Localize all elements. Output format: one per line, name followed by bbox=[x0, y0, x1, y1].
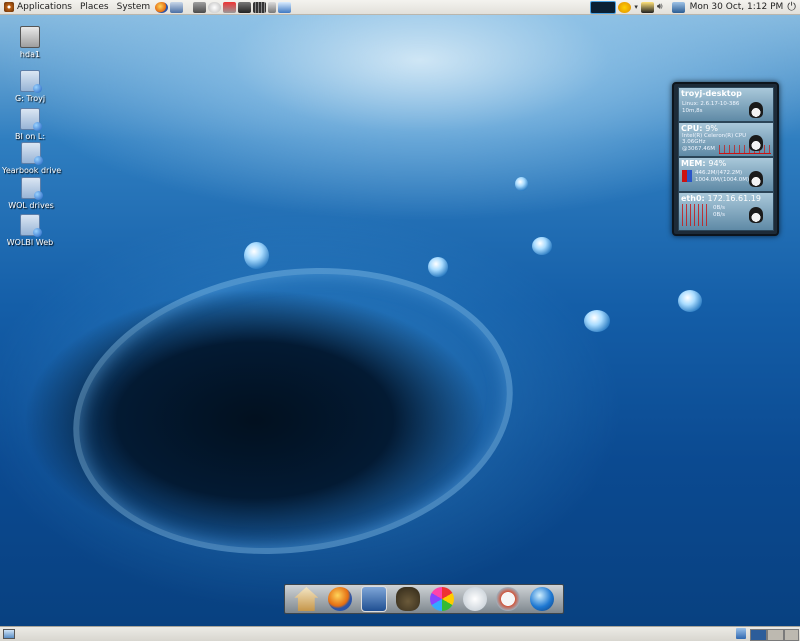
workspace-2[interactable] bbox=[767, 629, 784, 641]
firefox-icon[interactable] bbox=[155, 1, 169, 13]
cpu-graph-icon[interactable] bbox=[590, 0, 617, 14]
net-block: eth0: 172.16.61.19 0B/s 0B/s bbox=[678, 192, 774, 231]
mem-block: MEM: 94% 446.2M/(472.2M) 1004.0M/(1004.0… bbox=[678, 157, 774, 192]
mem-value: 94% bbox=[708, 159, 727, 168]
google-earth-icon[interactable] bbox=[529, 587, 554, 611]
mem-bar bbox=[682, 170, 692, 182]
water-drop bbox=[515, 177, 528, 191]
gaim-icon[interactable] bbox=[208, 1, 222, 13]
evolution-icon[interactable] bbox=[170, 1, 184, 13]
bottom-panel bbox=[0, 626, 800, 641]
tux-icon bbox=[749, 207, 763, 223]
cpu-title: CPU: 9% bbox=[681, 124, 718, 133]
system-monitor-widget: troyj-desktop Linux: 2.6.17-10-386 10m,8… bbox=[672, 82, 779, 236]
net-down-text: 0B/s bbox=[713, 205, 725, 211]
system-menu[interactable]: System bbox=[113, 0, 155, 14]
cpu-speed-text: 3.06GHz bbox=[682, 139, 706, 145]
gimp-icon[interactable] bbox=[396, 587, 421, 611]
network-folder-icon bbox=[21, 142, 43, 165]
host-block: troyj-desktop Linux: 2.6.17-10-386 10m,8… bbox=[678, 87, 774, 122]
calculator-icon[interactable] bbox=[253, 1, 267, 13]
net-graph bbox=[682, 204, 710, 226]
desktop-icon-label: hda1 bbox=[19, 50, 41, 59]
desktop-icon-label: BI on L: bbox=[14, 132, 46, 141]
impress-icon[interactable] bbox=[496, 587, 521, 611]
disks-icon[interactable] bbox=[223, 1, 237, 13]
workspace-1[interactable] bbox=[750, 629, 767, 641]
network-folder-icon bbox=[20, 70, 42, 93]
volume-icon[interactable]: 🔊︎ bbox=[657, 2, 663, 12]
places-menu[interactable]: Places bbox=[76, 0, 113, 14]
net-label: eth0: bbox=[681, 194, 705, 203]
update-icon[interactable] bbox=[671, 1, 685, 13]
applications-menu-label: Applications bbox=[17, 2, 72, 12]
picasa-icon[interactable] bbox=[429, 587, 454, 611]
desktop-icon-label: WOL drives bbox=[8, 201, 54, 210]
gimp-icon[interactable] bbox=[193, 1, 207, 13]
net-title: eth0: 172.16.61.19 bbox=[681, 194, 761, 203]
cpu-value: 9% bbox=[705, 124, 718, 133]
desktop-icon-label: Yearbook drive bbox=[2, 166, 62, 175]
desktop-icon-label: G: Troyj bbox=[14, 94, 46, 103]
mem-title: MEM: 94% bbox=[681, 159, 726, 168]
system-menu-label: System bbox=[116, 2, 151, 12]
gnome-foot-icon bbox=[4, 2, 14, 12]
splash-rim bbox=[54, 240, 532, 582]
network-icon[interactable] bbox=[278, 1, 292, 13]
mem-label: MEM: bbox=[681, 159, 706, 168]
water-drop bbox=[428, 257, 448, 277]
weather-icon[interactable] bbox=[618, 1, 632, 13]
desktop-icon-hda1[interactable]: hda1 bbox=[1, 26, 59, 59]
drive-icon bbox=[20, 26, 40, 48]
desktop-icon-g-troyj[interactable]: G: Troyj bbox=[1, 70, 59, 103]
trash-icon[interactable] bbox=[736, 628, 746, 639]
uptime-text: 10m,8s bbox=[682, 108, 703, 114]
desktop-icon-wol-drives[interactable]: WOL drives bbox=[2, 177, 60, 210]
top-panel: Applications Places System ▾ 🔊︎ Mon 30 O… bbox=[0, 0, 800, 15]
host-title: troyj-desktop bbox=[681, 89, 742, 98]
application-dock bbox=[284, 584, 564, 614]
water-drop bbox=[244, 242, 269, 269]
chevron-down-icon[interactable]: ▾ bbox=[634, 3, 638, 11]
places-menu-label: Places bbox=[79, 2, 109, 12]
clock[interactable]: Mon 30 Oct, 1:12 PM bbox=[690, 2, 784, 12]
water-drop bbox=[584, 310, 610, 332]
network-status-icon[interactable] bbox=[640, 1, 654, 13]
mail-icon[interactable] bbox=[360, 586, 387, 612]
cpu-graph bbox=[719, 145, 771, 154]
tux-icon bbox=[749, 135, 763, 151]
show-desktop-icon[interactable] bbox=[3, 629, 15, 639]
phone-icon[interactable] bbox=[268, 1, 277, 13]
desktop-icon-yearbook-drive[interactable]: Yearbook drive bbox=[2, 142, 62, 175]
water-drop bbox=[678, 290, 702, 312]
kernel-text: Linux: 2.6.17-10-386 bbox=[682, 101, 740, 107]
cpu-freq-text: @3067.46M bbox=[682, 146, 715, 152]
ram-text: 446.2M/(472.2M) bbox=[695, 170, 743, 176]
desktop-icon-bi-on-l[interactable]: BI on L: bbox=[1, 108, 59, 141]
power-icon[interactable]: ⏻ bbox=[787, 0, 796, 14]
desktop-icon-wolbi-web[interactable]: WOLBI Web bbox=[1, 214, 59, 247]
cpu-label: CPU: bbox=[681, 124, 703, 133]
network-folder-icon bbox=[21, 177, 43, 200]
tux-icon bbox=[749, 102, 763, 118]
ip-address: 172.16.61.19 bbox=[707, 194, 761, 203]
network-folder-icon bbox=[20, 214, 42, 237]
home-icon[interactable] bbox=[294, 587, 319, 611]
water-drop bbox=[532, 237, 552, 255]
network-folder-icon bbox=[20, 108, 42, 131]
cpu-block: CPU: 9% Intel(R) Celeron(R) CPU 3.06GHz … bbox=[678, 122, 774, 157]
firefox-icon[interactable] bbox=[327, 587, 352, 611]
tux-icon bbox=[749, 171, 763, 187]
desktop-icon-label: WOLBI Web bbox=[6, 238, 54, 247]
net-up-text: 0B/s bbox=[713, 212, 725, 218]
writer-icon[interactable] bbox=[462, 587, 487, 611]
applications-menu[interactable]: Applications bbox=[0, 0, 76, 14]
swap-text: 1004.0M/(1004.0M) bbox=[695, 177, 750, 183]
terminal-icon[interactable] bbox=[238, 1, 252, 13]
workspace-3[interactable] bbox=[784, 629, 799, 641]
